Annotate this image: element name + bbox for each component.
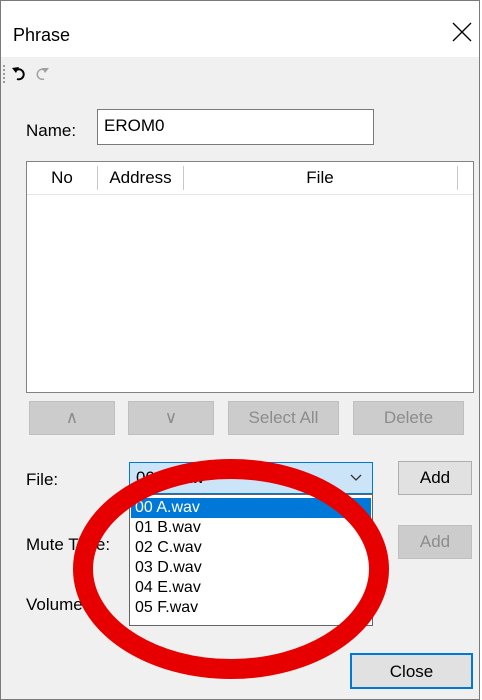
- select-all-button[interactable]: Select All: [228, 401, 339, 435]
- list-header: No Address File: [27, 162, 473, 195]
- close-icon[interactable]: [449, 19, 479, 49]
- name-label: Name:: [26, 121, 77, 140]
- dropdown-option[interactable]: 03 D.wav: [131, 558, 371, 578]
- add-file-button[interactable]: Add: [398, 461, 472, 495]
- move-up-button[interactable]: ∧: [29, 401, 115, 435]
- dropdown-option[interactable]: 01 B.wav: [131, 518, 371, 538]
- column-address[interactable]: Address: [98, 162, 183, 194]
- volume-label: Volume:: [26, 595, 88, 614]
- dropdown-option[interactable]: 02 C.wav: [131, 538, 371, 558]
- phrase-list[interactable]: No Address File: [26, 161, 474, 393]
- file-combobox-value: 00 A.wav: [136, 468, 205, 487]
- toolbar-grip: [3, 65, 7, 83]
- file-combobox[interactable]: 00 A.wav: [129, 462, 373, 494]
- dropdown-option[interactable]: 04 E.wav: [131, 578, 371, 598]
- column-no[interactable]: No: [27, 162, 97, 194]
- move-down-button[interactable]: ∨: [128, 401, 214, 435]
- close-button[interactable]: Close: [350, 653, 473, 689]
- delete-button[interactable]: Delete: [353, 401, 464, 435]
- undo-icon[interactable]: [11, 65, 29, 83]
- title-bar: Phrase: [1, 1, 479, 57]
- window-title: Phrase: [13, 25, 71, 45]
- dropdown-option[interactable]: 00 A.wav: [131, 498, 371, 518]
- chevron-down-icon[interactable]: [349, 473, 363, 483]
- mute-time-label: Mute Time:: [26, 535, 111, 554]
- phrase-dialog: Phrase Name: EROM0 No Address File ∧ ∨ S…: [0, 0, 480, 700]
- dropdown-option[interactable]: 05 F.wav: [131, 598, 371, 618]
- file-dropdown-list[interactable]: 00 A.wav 01 B.wav 02 C.wav 03 D.wav 04 E…: [129, 494, 373, 626]
- column-divider: [457, 166, 458, 190]
- list-body[interactable]: [27, 194, 473, 392]
- add-mute-button[interactable]: Add: [398, 525, 472, 559]
- name-input[interactable]: EROM0: [97, 109, 374, 145]
- file-label: File:: [26, 470, 59, 489]
- redo-icon: [36, 68, 49, 81]
- column-file[interactable]: File: [184, 162, 456, 194]
